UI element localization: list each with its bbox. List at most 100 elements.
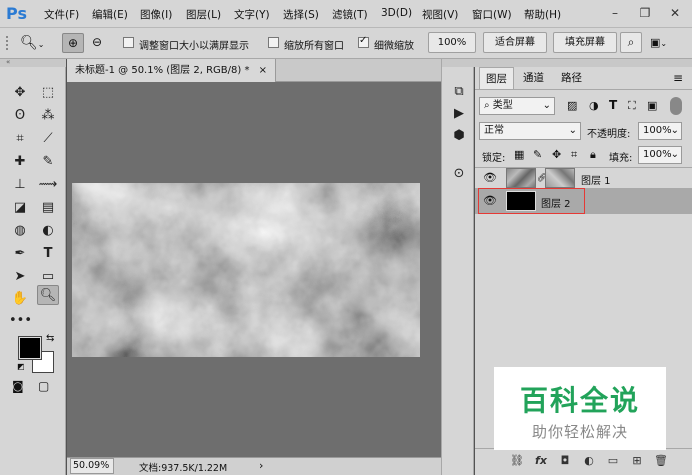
menu-layer[interactable]: 图层(L) [186,7,221,22]
strip-header[interactable] [442,59,475,67]
rectangle-tool-icon[interactable]: ▭ [37,267,59,287]
menu-filter[interactable]: 滤镜(T) [332,7,368,22]
visibility-eye-icon[interactable]: 👁︎ [483,171,497,185]
menu-window[interactable]: 窗口(W) [472,7,512,22]
delete-layer-icon[interactable]: 🗑︎ [653,453,669,469]
collapsed-panels-strip: ⧉ ▶ ⬢ ⊙ [441,59,475,475]
gradient-tool-icon[interactable]: ▤ [37,198,59,218]
lock-position-icon[interactable]: ✥ [552,148,561,161]
crop-tool-icon[interactable]: ⌗ [9,129,31,149]
fx-icon[interactable]: fx [533,453,549,469]
quick-mask-icon[interactable]: ◙ [12,379,24,393]
document-tab-title: 未标题-1 @ 50.1% (图层 2, RGB/8) * [75,65,250,76]
filter-shape-icon[interactable]: ⛶ [628,99,636,113]
scrubby-zoom-checkbox[interactable] [358,35,369,48]
link-layers-icon[interactable]: ⛓ [509,453,525,469]
opacity-field[interactable]: 100% ⌄ [638,122,682,140]
menu-select[interactable]: 选择(S) [283,7,319,22]
healing-brush-tool-icon[interactable]: ✚ [9,152,31,172]
magic-wand-tool-icon[interactable]: ⁂ [37,106,59,126]
layer-row-2[interactable]: 👁︎ 图层 2 [475,188,692,214]
default-colors-icon[interactable]: ◩ [17,362,25,371]
search-button[interactable]: ⌕ [620,32,642,53]
blend-mode-select[interactable]: 正常 ⌄ [479,122,581,140]
layer-filter-select[interactable]: ⌕ 类型 ⌄ [479,97,555,115]
clone-stamp-tool-icon[interactable]: ⊥ [9,175,31,195]
foreground-color-swatch[interactable] [18,336,42,360]
zoom-tool-icon[interactable]: 🔍︎ [37,285,59,305]
zoom-value-button[interactable]: 100% [428,32,476,53]
filter-pixel-icon[interactable]: ▨ [567,99,577,112]
close-tab-icon[interactable]: × [259,65,267,76]
menu-view[interactable]: 视图(V) [422,7,458,22]
chevron-down-icon: ⌄ [670,125,679,136]
lock-pixels-icon[interactable]: ✎ [533,148,542,161]
document-tab[interactable]: 未标题-1 @ 50.1% (图层 2, RGB/8) * × [67,59,277,82]
collapse-arrows-icon[interactable]: « [6,58,10,66]
workspace-switcher[interactable]: ▣⌄ [650,34,680,52]
minimize-button[interactable]: – [604,4,626,22]
status-menu-arrow[interactable]: › [259,459,263,472]
zoom-level-field[interactable]: 50.09% [70,458,114,474]
type-tool-icon[interactable]: T [37,244,59,264]
grip-handle[interactable] [6,36,16,50]
zoom-in-button[interactable]: ⊕ [62,33,84,53]
actions-panel-icon[interactable]: ▶ [450,105,468,123]
eyedropper-tool-icon[interactable]: ⟋ [37,129,59,149]
restore-button[interactable]: ❐ [634,4,656,22]
3d-panel-icon[interactable]: ⬢ [450,127,468,145]
more-tools-icon[interactable]: ••• [9,311,32,331]
path-selection-tool-icon[interactable]: ➤ [9,267,31,287]
new-group-icon[interactable]: ▭ [605,453,621,469]
pen-tool-icon[interactable]: ✒ [9,244,31,264]
dodge-tool-icon[interactable]: ◐ [37,221,59,241]
menu-image[interactable]: 图像(I) [140,7,172,22]
zoom-out-button[interactable]: ⊖ [86,33,108,53]
add-mask-icon[interactable]: ◘ [557,453,573,469]
menu-help[interactable]: 帮助(H) [524,7,561,22]
layers-panel-header[interactable] [475,59,692,67]
panel-menu-icon[interactable]: ≡ [673,71,683,85]
move-tool-icon[interactable]: ✥ [9,83,31,103]
tool-preset-picker[interactable]: 🔍︎⌄ [20,33,54,53]
menu-file[interactable]: 文件(F) [44,7,79,22]
adjustment-layer-icon[interactable]: ◐ [581,453,597,469]
tab-paths[interactable]: 路径 [555,67,588,89]
zoom-out-icon: ⊖ [91,35,103,49]
canvas-image-clouds[interactable] [72,183,420,357]
zoom-all-checkbox[interactable] [268,37,279,48]
menu-type[interactable]: 文字(Y) [234,7,270,22]
history-brush-tool-icon[interactable]: ⟿ [37,175,59,195]
swap-colors-icon[interactable]: ⇆ [46,333,54,344]
properties-panel-icon[interactable]: ⊙ [450,165,468,183]
blur-tool-icon[interactable]: ◍ [9,221,31,241]
filter-smart-object-icon[interactable]: ▣ [647,99,657,112]
eraser-tool-icon[interactable]: ◪ [9,198,31,218]
screen-mode-icon[interactable]: ▢ [38,379,49,393]
lasso-tool-icon[interactable]: ʘ [9,106,31,126]
hand-tool-icon[interactable]: ✋ [9,289,31,309]
tools-panel: « ✥ ⬚ ʘ ⁂ ⌗ ⟋ ✚ ✎ ⊥ ⟿ ◪ ▤ ◍ ◐ ✒ T ➤ ▭ ✋ … [0,58,66,475]
menu-3d[interactable]: 3D(D) [381,7,412,19]
photoshop-logo: Ps [6,4,27,23]
chevron-down-icon: ⌄ [37,40,45,49]
lock-all-icon[interactable]: 🔒︎ [590,148,596,162]
tab-layers[interactable]: 图层 [479,67,514,89]
new-layer-icon[interactable]: ⊞ [629,453,645,469]
tab-channels[interactable]: 通道 [517,67,550,89]
menu-edit[interactable]: 编辑(E) [92,7,128,22]
lock-artboard-icon[interactable]: ⌗ [571,148,577,162]
document-info: 文档:937.5K/1.22M [139,463,228,474]
fill-field[interactable]: 100% ⌄ [638,146,682,164]
fit-screen-button[interactable]: 适合屏幕 [483,32,547,53]
close-window-button[interactable]: ✕ [664,4,686,22]
filter-adjustment-icon[interactable]: ◑ [589,99,599,112]
fill-screen-button[interactable]: 填充屏幕 [553,32,617,53]
marquee-tool-icon[interactable]: ⬚ [37,83,59,103]
filter-toggle[interactable] [670,97,682,115]
brush-tool-icon[interactable]: ✎ [37,152,59,172]
resize-windows-checkbox[interactable] [123,37,134,48]
lock-transparent-icon[interactable]: ▦ [514,148,524,161]
history-panel-icon[interactable]: ⧉ [450,83,468,101]
filter-type-icon[interactable]: T [609,98,617,112]
